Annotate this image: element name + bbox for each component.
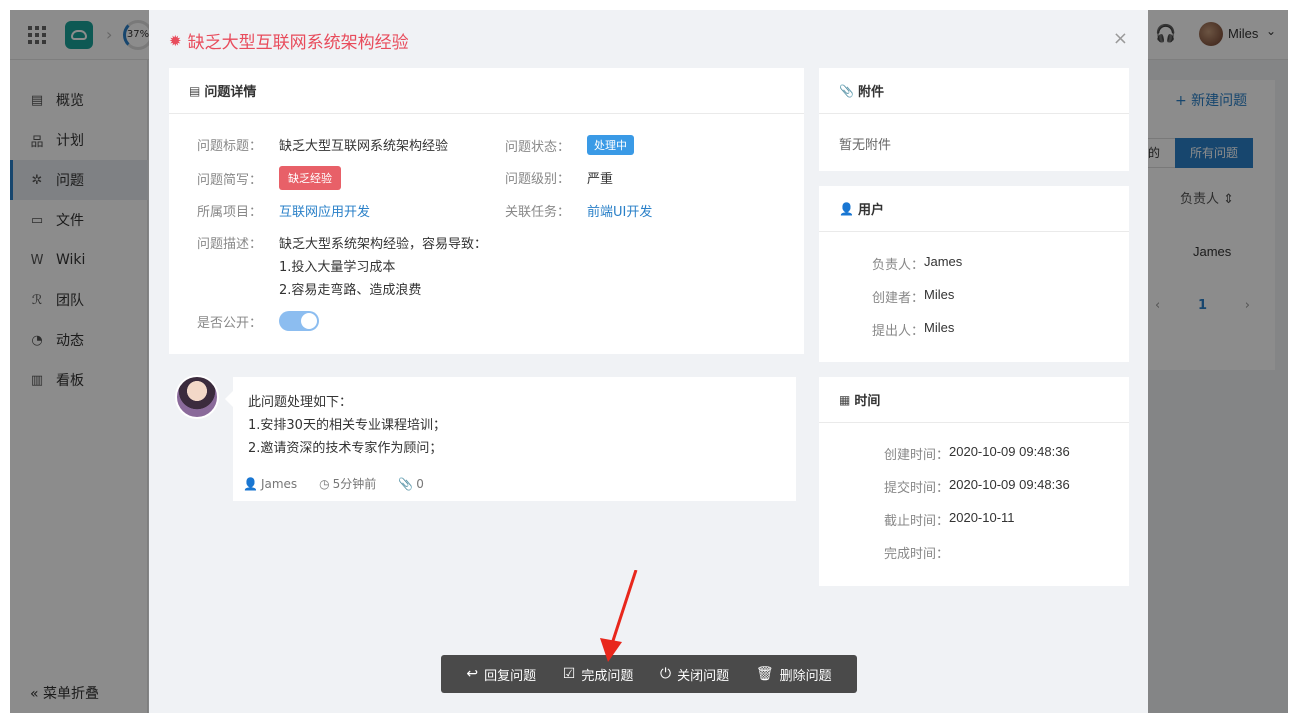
- user-name-value: James: [924, 254, 963, 269]
- field-project: 所属项目： 互联网应用开发: [197, 201, 370, 220]
- status-badge: 处理中: [587, 135, 634, 155]
- annotation-arrow-icon: [600, 570, 638, 662]
- check-square-icon: ☑: [562, 666, 576, 682]
- time-row-deadline: 截止时间： 2020-10-11: [867, 510, 1015, 529]
- field-description: 问题描述： 缺乏大型系统架构经验，容易导致： 1.投入大量学习成本 2.容易走弯…: [197, 233, 487, 302]
- field-label: 所属项目：: [197, 205, 263, 220]
- action-label: 回复问题: [484, 668, 537, 684]
- close-issue-button[interactable]: ⏻ 关闭问题: [660, 665, 729, 684]
- time-row-created: 创建时间： 2020-10-09 09:48:36: [867, 444, 1070, 463]
- user-role-label: 创建者：: [871, 291, 924, 306]
- time-label: 截止时间：: [883, 514, 949, 529]
- field-label: 问题标题：: [197, 139, 263, 154]
- user-role-label: 提出人：: [871, 324, 924, 339]
- users-card: 👤 用户 负责人： James 创建者： Miles 提出人： Miles: [819, 186, 1129, 362]
- comment-author: 👤 James: [243, 475, 297, 492]
- comment-card: 此问题处理如下： 1.安排30天的相关专业课程培训； 2.邀请资深的技术专家作为…: [225, 377, 796, 501]
- comment-line: 2.邀请资深的技术专家作为顾问；: [248, 441, 443, 456]
- field-level: 问题级别： 严重: [505, 168, 613, 187]
- user-icon: 👤: [243, 476, 258, 491]
- comment-time: ◷ 5分钟前: [319, 475, 376, 492]
- field-title: 问题标题： 缺乏大型互联网系统架构经验: [197, 135, 448, 154]
- user-icon: 👤: [839, 201, 854, 216]
- field-label: 问题级别：: [505, 172, 571, 187]
- card-header: ▦ 时间: [819, 377, 1129, 423]
- user-row-reporter: 提出人： Miles: [855, 320, 954, 339]
- comment-body: 此问题处理如下： 1.安排30天的相关专业课程培训； 2.邀请资深的技术专家作为…: [248, 391, 446, 460]
- field-value: 缺乏大型互联网系统架构经验: [279, 139, 449, 154]
- time-label: 提交时间：: [883, 481, 949, 496]
- description-line: 2.容易走弯路、造成浪费: [279, 283, 422, 298]
- modal-header: ✹ 缺乏大型互联网系统架构经验 ×: [149, 10, 1148, 68]
- reply-issue-button[interactable]: ↩ 回复问题: [466, 665, 536, 684]
- commenter-avatar[interactable]: [175, 375, 219, 419]
- issue-title-text: 缺乏大型互联网系统架构经验: [187, 33, 409, 53]
- no-attachments-text: 暂无附件: [839, 138, 892, 153]
- comment-line: 此问题处理如下：: [248, 395, 353, 410]
- delete-issue-button[interactable]: 🗑 删除问题: [756, 665, 832, 684]
- comment-attachment-count: 0: [416, 476, 424, 491]
- issue-details-card: ▤ 问题详情 问题标题： 缺乏大型互联网系统架构经验 问题状态： 处理中 问题简…: [169, 68, 804, 354]
- comment-author-name: James: [260, 476, 298, 491]
- attachments-card: 📎 附件 暂无附件: [819, 68, 1129, 171]
- user-row-assignee: 负责人： James: [855, 254, 962, 273]
- time-row-submitted: 提交时间： 2020-10-09 09:48:36: [867, 477, 1070, 496]
- field-status: 问题状态： 处理中: [505, 135, 634, 155]
- card-header: ▤ 问题详情: [169, 68, 804, 114]
- user-name-value: Miles: [924, 287, 955, 302]
- comment-line: 1.安排30天的相关专业课程培训；: [248, 418, 446, 433]
- description-text: 缺乏大型系统架构经验，容易导致： 1.投入大量学习成本 2.容易走弯路、造成浪费: [279, 233, 487, 302]
- description-line: 1.投入大量学习成本: [279, 260, 396, 275]
- user-role-label: 负责人：: [871, 258, 924, 273]
- action-label: 关闭问题: [677, 668, 730, 684]
- comment-attachments[interactable]: 📎 0: [398, 475, 424, 492]
- public-toggle[interactable]: [279, 311, 319, 331]
- clock-icon: ◷: [319, 476, 330, 491]
- card-title: 时间: [854, 394, 881, 409]
- card-title: 用户: [857, 203, 884, 218]
- time-value: 2020-10-09 09:48:36: [949, 477, 1070, 492]
- user-name-value: Miles: [924, 320, 955, 335]
- field-label: 关联任务：: [505, 205, 571, 220]
- bug-icon: ✹: [169, 31, 182, 50]
- comment-meta: 👤 James ◷ 5分钟前 📎 0: [243, 475, 424, 492]
- field-label: 问题状态：: [505, 139, 571, 155]
- card-title: 问题详情: [204, 85, 257, 100]
- field-label: 问题描述：: [197, 237, 263, 252]
- time-label: 完成时间：: [883, 547, 949, 562]
- card-title: 附件: [857, 85, 884, 100]
- task-link[interactable]: 前端UI开发: [587, 201, 652, 220]
- time-label: 创建时间：: [883, 448, 949, 463]
- field-label: 是否公开：: [197, 315, 263, 331]
- power-icon: ⏻: [660, 666, 672, 682]
- app-window: › 37% 🎧 Miles ⌄ ▤ 概览 品计划 ✲ 问题 ▭ 文件 W Wiki ℛ团…: [10, 10, 1288, 713]
- reply-icon: ↩: [466, 666, 479, 682]
- trash-icon: 🗑: [755, 666, 774, 682]
- document-icon: ▤: [189, 83, 201, 98]
- paperclip-icon: 📎: [398, 476, 414, 491]
- time-row-completed: 完成时间：: [867, 543, 949, 562]
- description-line: 缺乏大型系统架构经验，容易导致：: [279, 237, 488, 252]
- comment-time-value: 5分钟前: [332, 477, 377, 491]
- close-icon[interactable]: ×: [1113, 28, 1128, 49]
- card-header: 👤 用户: [819, 186, 1129, 232]
- user-row-creator: 创建者： Miles: [855, 287, 954, 306]
- field-label: 问题简写：: [197, 172, 263, 188]
- time-value: 2020-10-11: [949, 510, 1015, 525]
- action-label: 删除问题: [779, 668, 832, 684]
- times-card: ▦ 时间 创建时间： 2020-10-09 09:48:36 提交时间： 202…: [819, 377, 1129, 586]
- field-task: 关联任务： 前端UI开发: [505, 201, 652, 220]
- field-public: 是否公开：: [197, 311, 319, 331]
- field-brief: 问题简写： 缺乏经验: [197, 166, 341, 190]
- calendar-icon: ▦: [839, 392, 851, 407]
- brief-badge: 缺乏经验: [279, 166, 341, 190]
- paperclip-icon: 📎: [839, 83, 854, 98]
- field-value: 严重: [587, 172, 614, 187]
- time-value: 2020-10-09 09:48:36: [949, 444, 1070, 459]
- modal-title: ✹ 缺乏大型互联网系统架构经验: [169, 28, 409, 54]
- card-header: 📎 附件: [819, 68, 1129, 114]
- project-link[interactable]: 互联网应用开发: [279, 201, 370, 220]
